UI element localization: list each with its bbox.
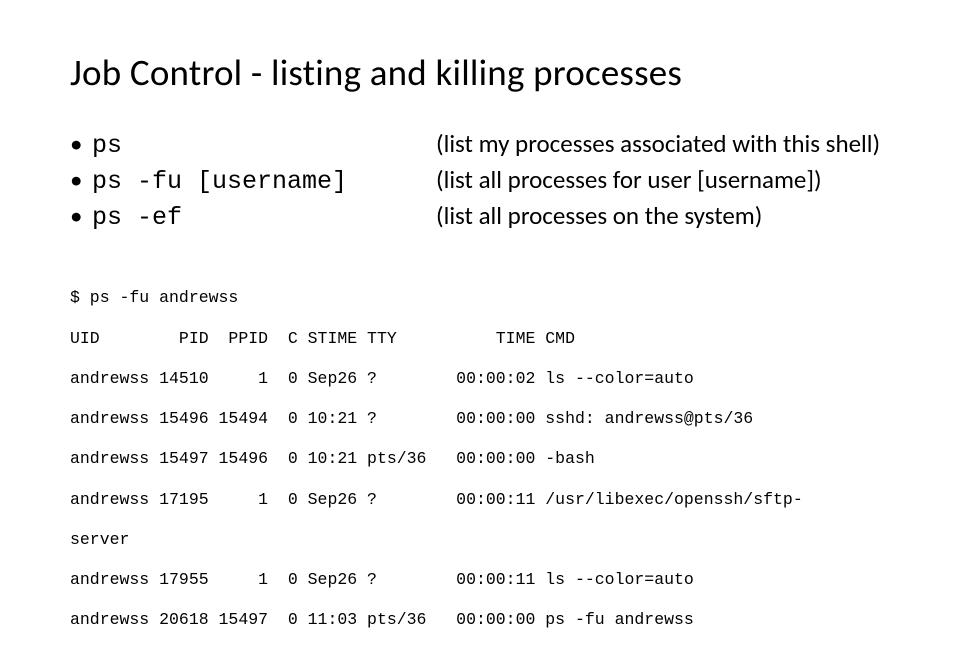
bullet-icon: • xyxy=(70,163,92,197)
command-description: (list all processes for user [username]) xyxy=(436,163,822,197)
terminal-output: $ ps -fu andrewss UID PID PPID C STIME T… xyxy=(70,268,890,650)
bullet-list: • ps (list my processes associated with … xyxy=(70,127,890,234)
terminal-line: andrewss 17955 1 0 Sep26 ? 00:00:11 ls -… xyxy=(70,570,890,590)
terminal-line: andrewss 20618 15497 0 11:03 pts/36 00:0… xyxy=(70,610,890,630)
bullet-item: • ps -fu [username] (list all processes … xyxy=(70,163,890,199)
bullet-item: • ps (list my processes associated with … xyxy=(70,127,890,163)
command-description: (list my processes associated with this … xyxy=(436,127,880,161)
terminal-line: UID PID PPID C STIME TTY TIME CMD xyxy=(70,329,890,349)
command-description: (list all processes on the system) xyxy=(436,199,762,233)
terminal-line: andrewss 17195 1 0 Sep26 ? 00:00:11 /usr… xyxy=(70,490,890,510)
bullet-icon: • xyxy=(70,199,92,233)
command-text: ps xyxy=(92,129,436,163)
bullet-item: • ps -ef (list all processes on the syst… xyxy=(70,199,890,235)
terminal-line: andrewss 15496 15494 0 10:21 ? 00:00:00 … xyxy=(70,409,890,429)
terminal-line: $ ps -fu andrewss xyxy=(70,288,890,308)
terminal-line: andrewss 14510 1 0 Sep26 ? 00:00:02 ls -… xyxy=(70,369,890,389)
page-title: Job Control - listing and killing proces… xyxy=(70,50,890,95)
terminal-line: andrewss 15497 15496 0 10:21 pts/36 00:0… xyxy=(70,449,890,469)
command-text: ps -ef xyxy=(92,201,436,235)
command-text: ps -fu [username] xyxy=(92,165,436,199)
bullet-icon: • xyxy=(70,127,92,161)
